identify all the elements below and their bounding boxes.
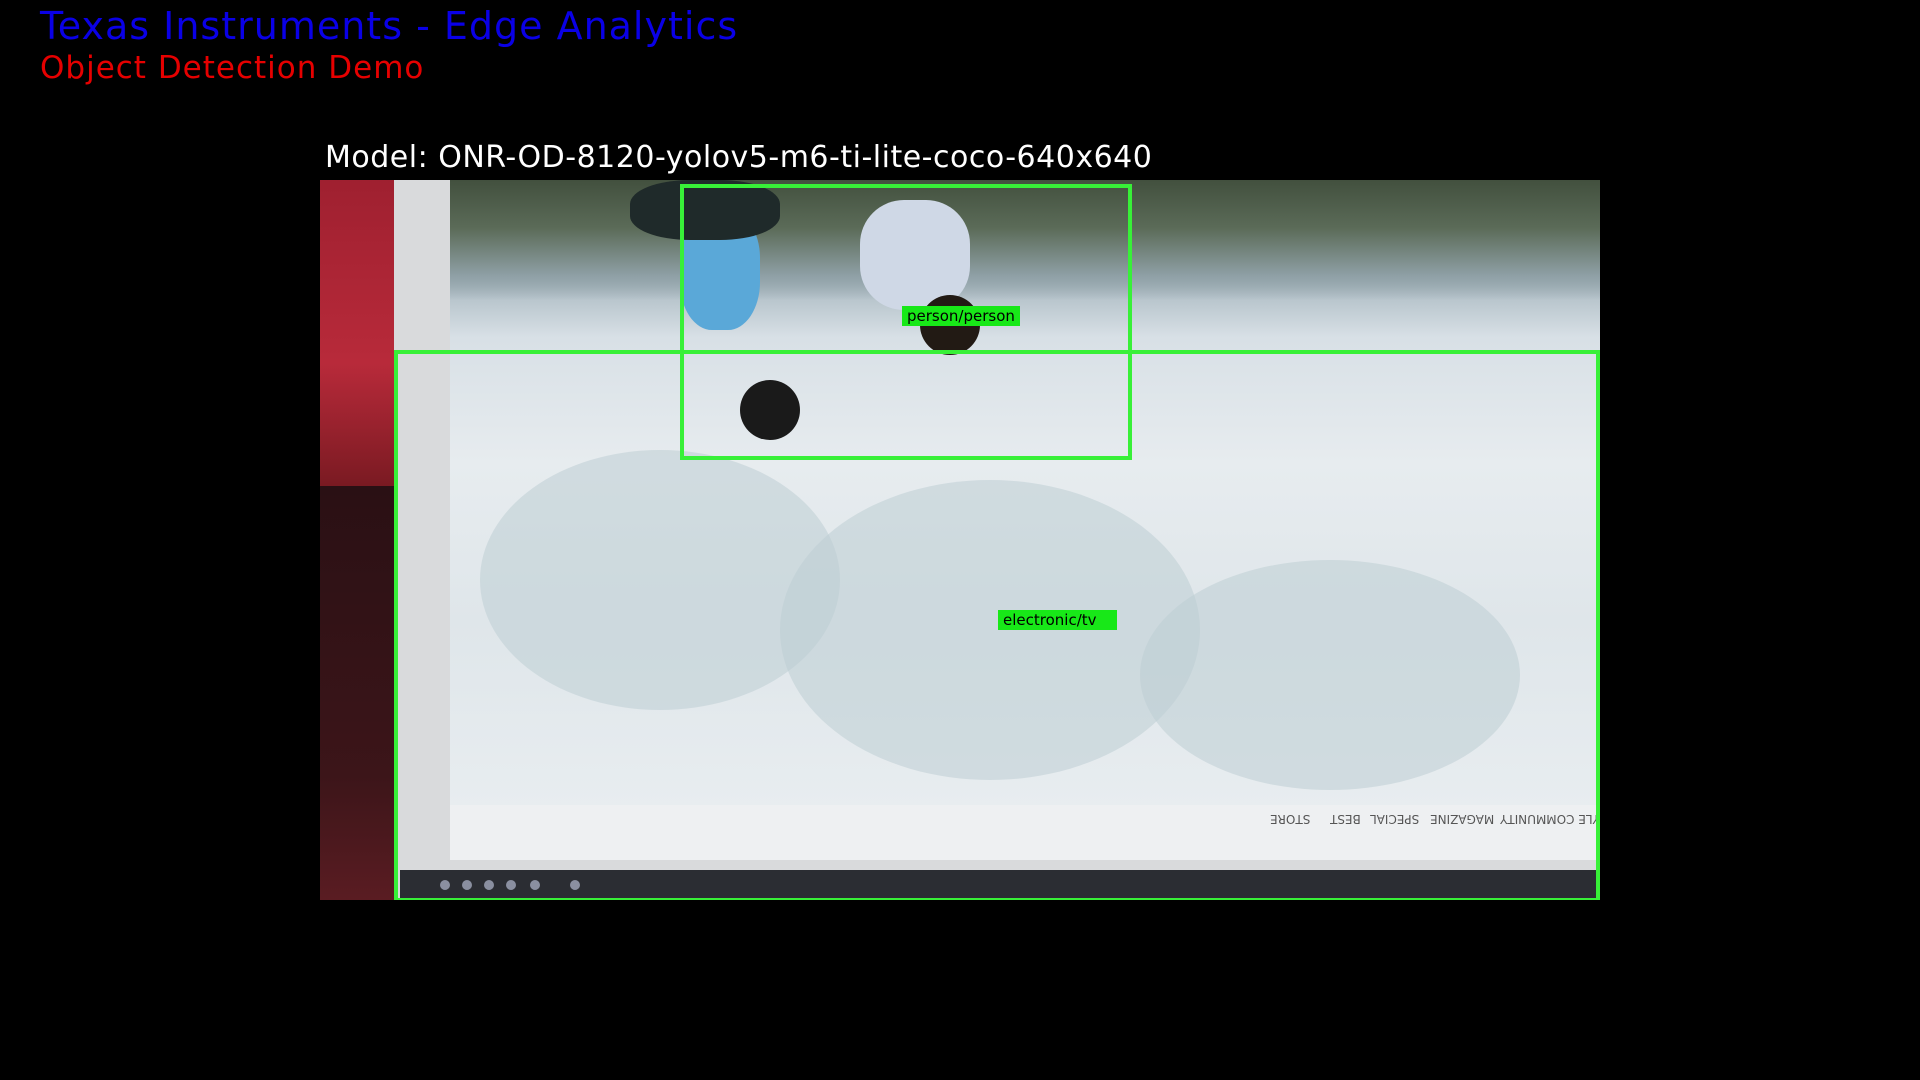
person-detection-label: person/person — [902, 306, 1020, 326]
dark-wall-background — [320, 486, 394, 900]
camera-frame: STORE BEST SPECIAL MAGAZINE STYLE COMMUN… — [320, 180, 1600, 900]
app-title: Texas Instruments - Edge Analytics — [40, 4, 739, 48]
model-label: Model: ONR-OD-8120-yolov5-m6-ti-lite-coc… — [325, 140, 1153, 175]
demo-screen: Texas Instruments - Edge Analytics Objec… — [0, 0, 1920, 1080]
app-subtitle: Object Detection Demo — [40, 50, 425, 86]
red-wall-background — [320, 180, 394, 486]
tv-detection-label: electronic/tv — [998, 610, 1117, 630]
tv-bounding-box — [394, 350, 1600, 900]
